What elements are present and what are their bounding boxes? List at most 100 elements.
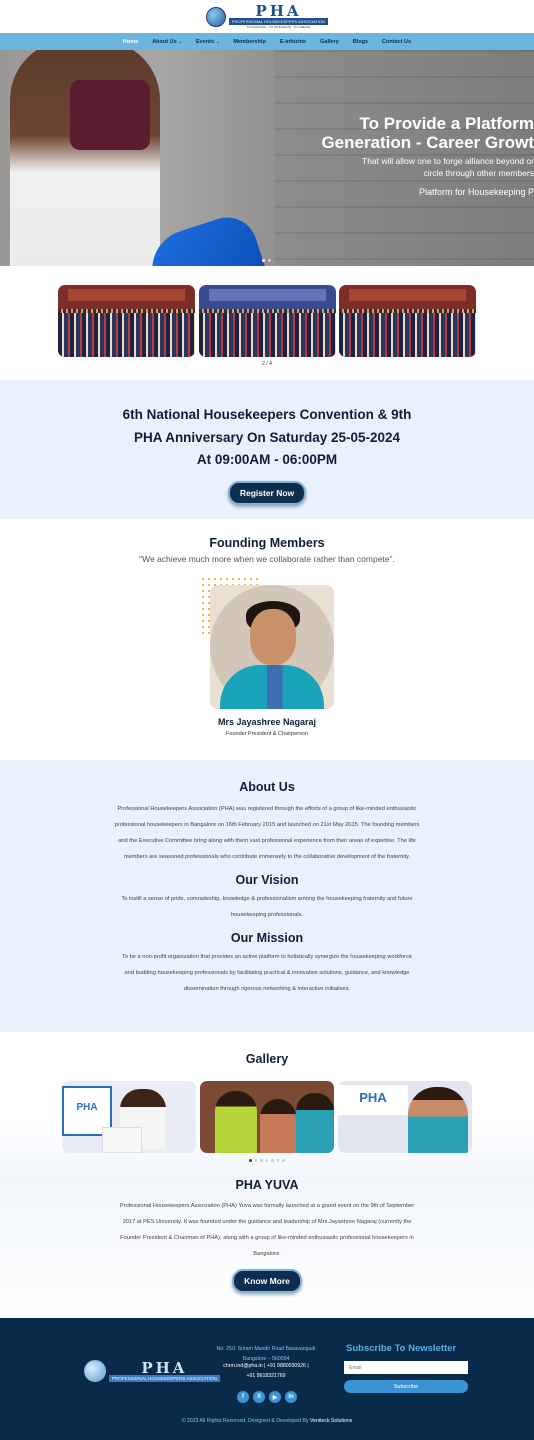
gallery-image-1[interactable]: PHA — [62, 1081, 196, 1153]
photo-crowd — [199, 313, 336, 357]
founder-name: Mrs Jayashree Nagaraj — [217, 717, 317, 727]
about-text-line: professional housekeepers in Bangalore o… — [114, 822, 420, 828]
footer-logo-name: PHA — [141, 1358, 188, 1377]
event-photo-1[interactable] — [58, 285, 195, 357]
gallery-dot[interactable] — [282, 1159, 285, 1162]
hero-slider[interactable]: To Provide a Platform Generation - Caree… — [0, 50, 534, 266]
nav-item-gallery[interactable]: Gallery — [320, 39, 339, 45]
x-icon[interactable]: X — [253, 1391, 265, 1403]
nav-item-contact-us[interactable]: Contact Us — [382, 39, 411, 45]
speaker-figure — [408, 1087, 468, 1153]
yuva-text: Professional Housekeepers Association (P… — [0, 1198, 534, 1262]
address-line: No: 25/1 Sriram Mandir Road Basavangudi — [216, 1346, 316, 1352]
hero-pagination — [262, 259, 271, 262]
about-text-line: Professional Housekeepers Association (P… — [117, 806, 417, 812]
attendee-figure — [260, 1099, 296, 1153]
subscribe-button[interactable]: Subscribe — [344, 1380, 468, 1393]
attendee-figure — [296, 1093, 334, 1153]
nav-label: E-infozine — [279, 38, 307, 45]
nav-item-membership[interactable]: Membership — [233, 39, 265, 45]
logo-tagline: TO INNOVATE · TO INTEGRATE · TO CREATE — [246, 25, 311, 29]
mission-text: To be a non-profit organization that pro… — [0, 949, 534, 997]
gallery-dot[interactable] — [254, 1159, 258, 1162]
logo-name: PHA — [255, 2, 302, 20]
contact-line: chrm.ind@pha.in | +91 9880030926 | — [223, 1363, 309, 1369]
facebook-icon[interactable]: f — [237, 1391, 249, 1403]
pha-board: PHA — [338, 1085, 408, 1115]
nav-item-about-us[interactable]: About Us ⌄ — [152, 39, 182, 45]
vision-text-line: housekeeping professionals. — [230, 912, 304, 918]
convention-line-1: 6th National Housekeepers Convention & 9… — [122, 407, 412, 422]
mission-text-line: and budding housekeeping professionals b… — [124, 970, 410, 976]
about-title: About Us — [239, 780, 295, 794]
nav-item-home[interactable]: Home — [123, 39, 138, 45]
hero-title-line-1: To Provide a Platform — [359, 114, 534, 133]
pha-yuva-section: PHA YUVA Professional Housekeepers Assoc… — [0, 1176, 534, 1328]
about-text-line: and the Executive Committee bring along … — [118, 838, 416, 844]
gallery-dot[interactable] — [265, 1159, 269, 1162]
about-text-line: members are seasoned professionals who c… — [123, 854, 411, 860]
header: PHA PROFESSIONAL HOUSEKEEPERS ASSOCIATIO… — [0, 0, 534, 33]
nav-label: Home — [122, 38, 139, 45]
globe-logo-icon — [84, 1360, 106, 1382]
nav-label: Gallery — [320, 38, 339, 45]
founder-portrait — [210, 585, 334, 709]
gallery-image-2[interactable] — [200, 1081, 334, 1153]
yuva-text-line: Bangalore. — [253, 1251, 281, 1257]
photo-banner — [68, 289, 185, 301]
convention-banner: 6th National Housekeepers Convention & 9… — [0, 380, 534, 519]
footer-contact[interactable]: chrm.ind@pha.in | +91 9880030926 | +91 8… — [196, 1361, 336, 1381]
hero-title-line-2: Generation - Career Growt — [321, 133, 534, 152]
social-links: f X ▶ in — [237, 1391, 297, 1403]
mission-title: Our Mission — [230, 931, 304, 945]
linkedin-icon[interactable]: in — [285, 1391, 297, 1403]
nav-label: Contact Us — [382, 38, 412, 45]
gallery-dot[interactable] — [260, 1159, 263, 1162]
convention-line-2: PHA Anniversary On Saturday 25-05-2024 — [133, 429, 401, 445]
hero-dot-1[interactable] — [262, 259, 265, 262]
founder-role: Founder President & Chairperson — [226, 731, 308, 737]
hero-dot-2[interactable] — [268, 259, 271, 262]
photo-banner — [349, 289, 466, 301]
contact-line: +91 8618321769 — [246, 1373, 286, 1379]
site-logo[interactable]: PHA PROFESSIONAL HOUSEKEEPERS ASSOCIATIO… — [205, 2, 329, 29]
nav-item-events[interactable]: Events ⌄ — [196, 39, 219, 45]
vision-text-line: To instill a sense of pride, comradeship… — [121, 896, 413, 902]
youtube-icon[interactable]: ▶ — [269, 1391, 281, 1403]
founding-members-section: Founding Members "We achieve much more w… — [0, 519, 534, 760]
photo-crowd — [339, 313, 476, 357]
gallery-dot[interactable] — [276, 1159, 280, 1162]
attendee-figure — [215, 1091, 257, 1153]
nav-label: Membership — [233, 38, 266, 45]
copyright: © 2023 All Rights Reserved. Designed & D… — [0, 1418, 534, 1424]
about-text: Professional Housekeepers Association (P… — [0, 801, 534, 865]
gallery-section: Gallery PHA PHA — [0, 1032, 534, 1176]
hero-subtitle-line-3: Platform for Housekeeping P — [418, 187, 534, 197]
founding-quote: "We achieve much more when we collaborat… — [139, 554, 395, 564]
nav-item-e-infozine[interactable]: E-infozine — [280, 39, 306, 45]
hero-subtitle-line-1: That will allow one to forge alliance be… — [362, 156, 534, 166]
newsletter-email-input[interactable] — [344, 1361, 468, 1374]
register-now-button[interactable]: Register Now — [227, 480, 307, 505]
pha-board-text: PHA — [359, 1090, 387, 1105]
gallery-dot[interactable] — [249, 1159, 252, 1162]
developer-link[interactable]: Veniteck Solutions — [310, 1418, 352, 1424]
hero-subtitle-line-2: circle through other members — [423, 168, 534, 178]
gallery-title: Gallery — [245, 1052, 289, 1066]
founding-members-title: Founding Members — [209, 536, 325, 550]
portrait-face — [250, 609, 296, 665]
know-more-button[interactable]: Know More — [232, 1269, 302, 1293]
yuva-title: PHA YUVA — [235, 1178, 299, 1192]
hero-image-glove — [141, 209, 269, 266]
yuva-text-line: Professional Housekeepers Association (P… — [119, 1203, 415, 1209]
mission-text-line: To be a non-profit organization that pro… — [122, 954, 412, 960]
nav-item-blogs[interactable]: Blogs — [353, 39, 368, 45]
gallery-image-3[interactable]: PHA — [338, 1081, 472, 1153]
gallery-dot[interactable] — [271, 1159, 274, 1162]
newsletter-title: Subscribe To Newsletter — [346, 1343, 457, 1354]
event-photo-2[interactable] — [199, 285, 336, 357]
gallery-pagination — [0, 1159, 534, 1162]
event-photo-3[interactable] — [339, 285, 476, 357]
footer: PHA PROFESSIONAL HOUSEKEEPERS ASSOCIATIO… — [0, 1318, 534, 1440]
chevron-down-icon: ⌄ — [178, 39, 183, 44]
